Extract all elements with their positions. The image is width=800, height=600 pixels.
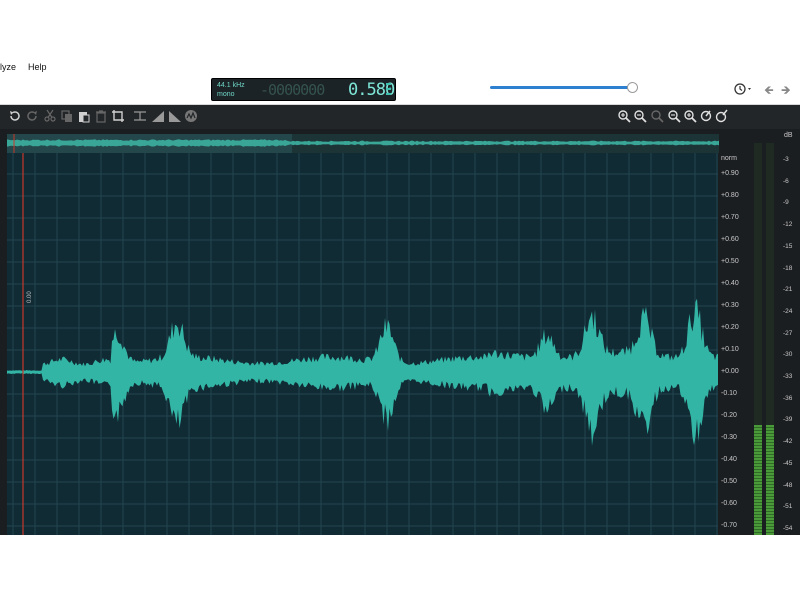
amplitude-tick-label: -0.50 [721,478,737,485]
amplitude-tick-label: -0.30 [721,434,737,441]
amplitude-tick-label: +0.70 [721,214,739,221]
amplitude-tick-label: -0.10 [721,390,737,397]
meter-tick-label: -36 [783,394,793,402]
audio-editor-window: lyze Help 44.1 kHz mono -0000000 0.580 🡸… [0,0,800,600]
menu-bar: lyze Help [0,58,800,76]
waveform-display[interactable]: 0.00 [7,153,718,535]
amplitude-tick-label: +0.40 [721,280,739,287]
playback-slider-track[interactable] [490,86,636,89]
waveform-editor: 0.00 norm +0.90 +0.80 +0.70 +0.60 +0.50 +0.40… [0,105,800,535]
zoom-reset-icon[interactable] [715,109,729,123]
meter-tick-label: -9 [783,199,789,207]
meter-fill-left [754,425,762,535]
undo-icon[interactable] [8,109,22,123]
level-meter: dB -3 -6 -9 -12 -15 -18 -21 -24 -27 -30 -33 -36 -39 -… [748,129,800,535]
amplitude-tick-label: +0.20 [721,324,739,331]
meter-unit-label: dB [784,132,793,139]
meter-tick-label: -45 [783,459,793,467]
meter-tick-label: -54 [783,524,793,532]
menu-help[interactable]: Help [28,62,47,72]
redo-icon[interactable] [25,109,39,123]
waveform [7,298,718,446]
meter-tick-label: -30 [783,351,793,359]
meter-tick-label: -42 [783,438,793,446]
meter-tick-label: -12 [783,221,793,229]
meter-tick-label: -27 [783,329,793,337]
meter-tick-label: -48 [783,481,793,489]
meter-tick-label: -24 [783,307,793,315]
playback-slider-thumb[interactable] [626,82,638,93]
crop-icon[interactable] [111,109,125,123]
amplitude-tick-label: -0.60 [721,500,737,507]
forward-arrow-icon[interactable]: 🡺 [781,81,791,102]
meter-tick-label: -21 [783,286,793,294]
channel-mode-label: mono [217,91,235,98]
history-icon[interactable] [733,82,755,96]
left-ruler [0,153,7,535]
amplitude-tick-label: +0.30 [721,302,739,309]
time-display: 44.1 kHz mono -0000000 0.580 [211,78,396,101]
zoom-out-icon[interactable] [633,109,647,123]
menu-analyze[interactable]: lyze [0,62,16,72]
zoom-out-full-icon[interactable] [667,109,681,123]
meter-tick-label: -18 [783,264,793,272]
meter-tick-label: -39 [783,416,793,424]
back-arrow-icon[interactable]: 🡸 [764,81,774,102]
zoom-out-amplitude-icon[interactable] [699,109,713,123]
amplitude-tick-label: -0.20 [721,412,737,419]
meter-bar-right [766,143,774,535]
meter-bar-left [754,143,762,535]
paste-icon[interactable] [77,109,91,123]
editor-toolbar [0,105,800,129]
amplitude-tick-label: +0.50 [721,258,739,265]
meter-tick-label: -33 [783,373,793,380]
spectrum-icon[interactable] [184,109,198,123]
silence-icon[interactable] [133,109,147,123]
zoom-in-icon[interactable] [617,109,631,123]
overview-waveform [7,139,719,147]
amplitude-tick-label: +0.00 [721,368,739,375]
top-toolbar: 44.1 kHz mono -0000000 0.580 🡸 🡺 [0,76,800,105]
meter-tick-label: -6 [783,177,789,185]
amplitude-unit-label: norm [721,155,737,162]
amplitude-tick-label: +0.90 [721,170,739,177]
copy-icon[interactable] [60,109,74,123]
amplitude-tick-label: -0.40 [721,456,737,463]
amplitude-tick-label: -0.70 [721,522,737,529]
cut-icon[interactable] [43,109,57,123]
meter-tick-label: -51 [783,503,793,511]
waveform-overview[interactable] [7,134,719,153]
zoom-in-amplitude-icon[interactable] [683,109,697,123]
amplitude-scale: norm +0.90 +0.80 +0.70 +0.60 +0.50 +0.40 +0.30… [718,153,748,535]
amplitude-tick-label: +0.10 [721,346,739,353]
display-mode-icon[interactable] [386,83,392,97]
fade-in-icon[interactable] [151,109,165,123]
delete-icon[interactable] [94,109,108,123]
amplitude-tick-label: +0.60 [721,236,739,243]
zoom-selection-icon[interactable] [650,109,664,123]
playhead-label: 0.00 [27,291,33,303]
time-display-padding: -0000000 [260,81,325,99]
meter-tick-label: -15 [783,242,793,250]
meter-tick-label: -3 [783,156,789,163]
sample-rate-label: 44.1 kHz [217,82,245,89]
amplitude-tick-label: +0.80 [721,192,739,199]
fade-out-icon[interactable] [168,109,182,123]
meter-fill-right [766,425,774,535]
